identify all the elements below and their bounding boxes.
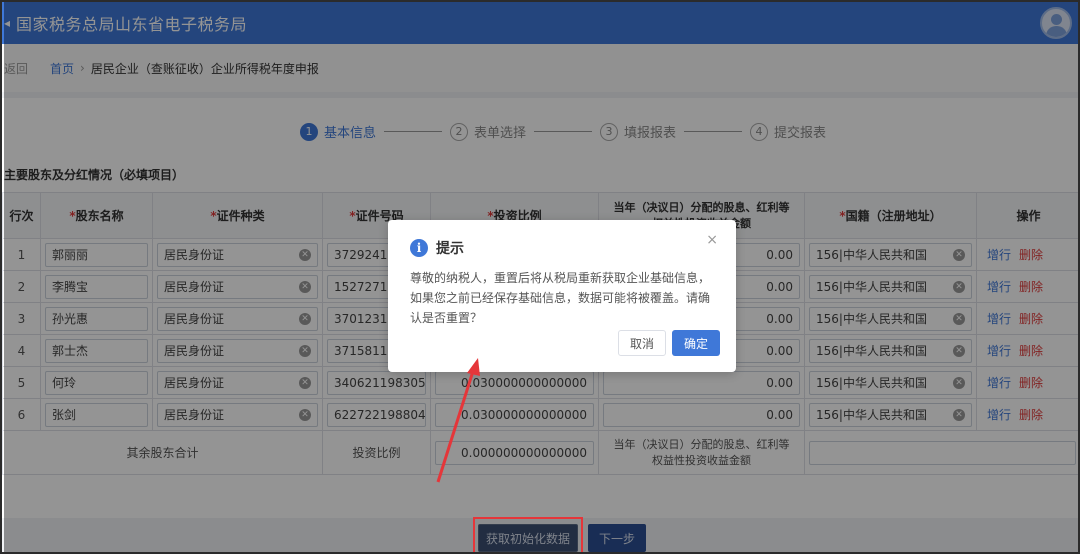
app-window: ◂ 国家税务总局山东省电子税务局 返回 首页 › 居民企业（查账征收）企业所得税… [0, 0, 1080, 554]
annotation-arrow-icon [436, 358, 480, 483]
